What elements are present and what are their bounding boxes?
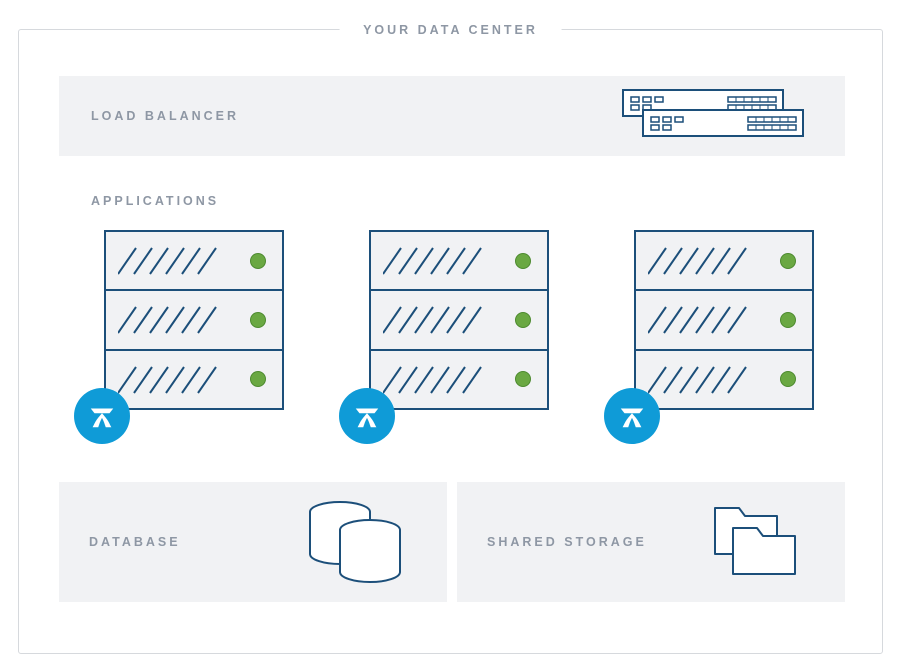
frame-title: YOUR DATA CENTER (363, 23, 538, 37)
server-rack-icon (369, 230, 549, 410)
hatch-pattern (118, 303, 228, 337)
server-slot (371, 351, 547, 408)
hatch-pattern (383, 244, 493, 278)
server-rack-icon (104, 230, 284, 410)
database-panel: DATABASE (59, 482, 447, 602)
atlassian-icon (74, 388, 130, 444)
hatch-pattern (383, 363, 493, 397)
server-slot (371, 232, 547, 291)
server-slot (106, 351, 282, 408)
status-light-icon (515, 371, 531, 387)
status-light-icon (515, 312, 531, 328)
atlassian-icon (604, 388, 660, 444)
application-server (344, 230, 554, 440)
shared-storage-label: SHARED STORAGE (487, 535, 647, 549)
load-balancer-label: LOAD BALANCER (91, 109, 239, 123)
hatch-pattern (648, 303, 758, 337)
hatch-pattern (383, 303, 493, 337)
status-light-icon (515, 253, 531, 269)
hatch-pattern (648, 363, 758, 397)
shared-storage-panel: SHARED STORAGE (457, 482, 845, 602)
server-slot (371, 291, 547, 350)
application-server (79, 230, 289, 440)
server-rack-icon (634, 230, 814, 410)
server-slot (636, 351, 812, 408)
server-slot (636, 232, 812, 291)
database-label: DATABASE (89, 535, 181, 549)
applications-label: APPLICATIONS (91, 194, 219, 208)
frame-title-wrap: YOUR DATA CENTER (339, 21, 562, 39)
data-center-frame: YOUR DATA CENTER LOAD BALANCER (18, 29, 883, 654)
hatch-pattern (648, 244, 758, 278)
status-light-icon (780, 253, 796, 269)
status-light-icon (250, 312, 266, 328)
database-disks-icon (297, 497, 417, 587)
server-slot (636, 291, 812, 350)
hatch-pattern (118, 244, 228, 278)
status-light-icon (250, 371, 266, 387)
hatch-pattern (118, 363, 228, 397)
application-server (609, 230, 819, 440)
rack-unit-icon (613, 86, 813, 146)
load-balancer-panel: LOAD BALANCER (59, 76, 845, 156)
atlassian-icon (339, 388, 395, 444)
status-light-icon (780, 312, 796, 328)
application-servers-row (79, 230, 819, 440)
folders-icon (695, 497, 815, 587)
status-light-icon (250, 253, 266, 269)
server-slot (106, 232, 282, 291)
server-slot (106, 291, 282, 350)
status-light-icon (780, 371, 796, 387)
